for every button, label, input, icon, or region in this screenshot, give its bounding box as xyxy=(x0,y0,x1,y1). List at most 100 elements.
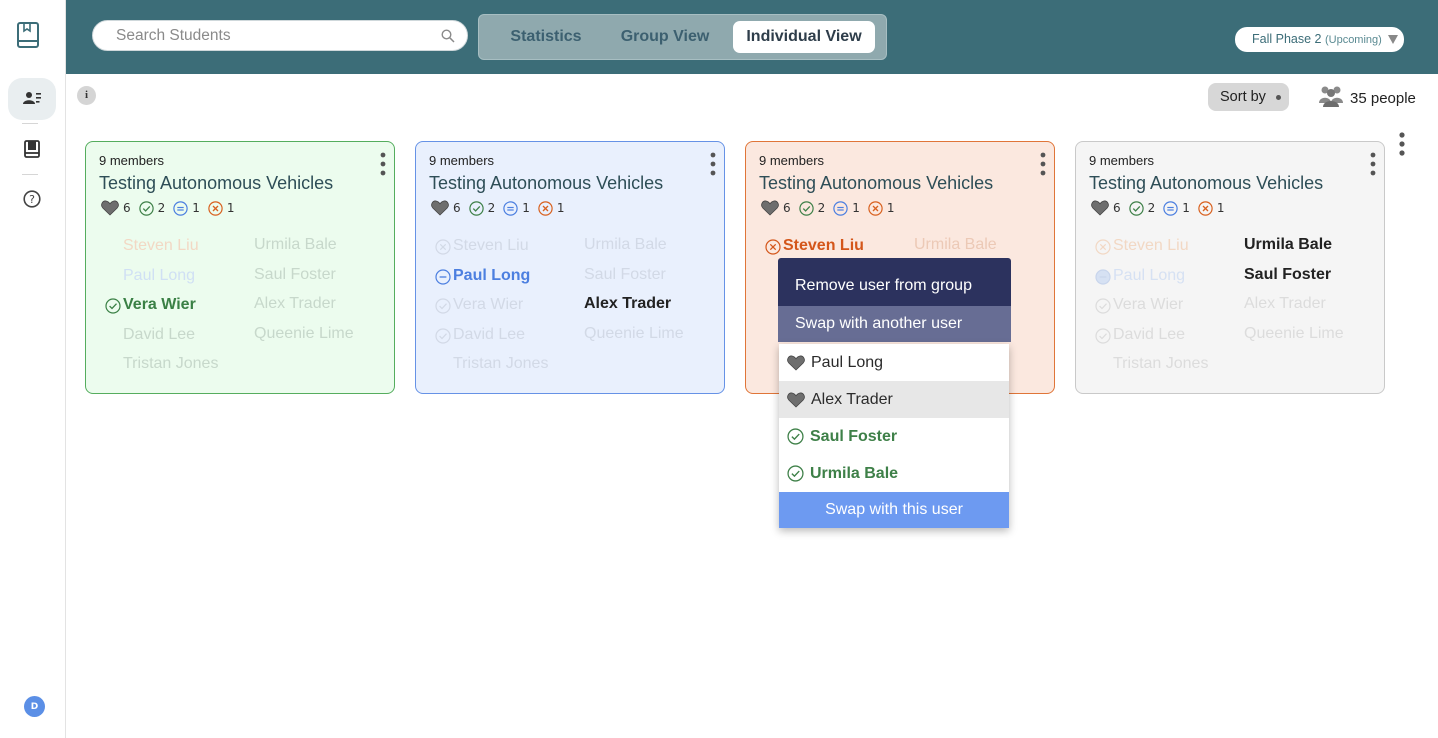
member-paul-long[interactable]: Paul Long xyxy=(435,267,530,285)
member-name: Steven Liu xyxy=(783,237,864,254)
stat-check: 2 xyxy=(798,200,825,216)
group-card[interactable]: 9 members Testing Autonomous Vehicles 6 … xyxy=(85,141,395,394)
member-saul-foster[interactable]: Saul Foster xyxy=(1244,266,1331,284)
member-vera-wier[interactable]: Vera Wier xyxy=(105,296,196,314)
swap-user-menu-item[interactable]: Swap with another user xyxy=(778,306,1011,342)
member-urmila-bale[interactable]: Urmila Bale xyxy=(584,236,667,254)
swap-option-label: Paul Long xyxy=(811,353,884,371)
stat-neutral: 1 xyxy=(173,200,200,216)
member-tristan-jones[interactable]: Tristan Jones xyxy=(453,355,548,373)
member-queenie-lime[interactable]: Queenie Lime xyxy=(1244,325,1344,343)
sort-button[interactable]: Sort by xyxy=(1208,83,1289,111)
people-count-text: 35 people xyxy=(1350,89,1416,107)
stat-neutral-value: 1 xyxy=(1182,201,1190,215)
members-count: 9 members xyxy=(429,153,495,168)
tab-statistics[interactable]: Statistics xyxy=(501,21,591,53)
member-vera-wier[interactable]: Vera Wier xyxy=(435,296,524,314)
sort-label: Sort by xyxy=(1220,89,1266,105)
member-urmila-bale[interactable]: Urmila Bale xyxy=(1244,236,1332,254)
member-steven-liu[interactable]: Steven Liu xyxy=(1095,237,1189,255)
member-saul-foster[interactable]: Saul Foster xyxy=(584,266,666,284)
app-logo-icon[interactable] xyxy=(17,22,39,48)
member-tristan-jones[interactable]: Tristan Jones xyxy=(123,355,218,373)
stat-cross: 1 xyxy=(538,200,565,216)
stat-heart-value: 6 xyxy=(123,201,131,215)
nav-students[interactable] xyxy=(8,78,56,120)
stat-cross-value: 1 xyxy=(1216,201,1225,215)
member-paul-long[interactable]: Paul Long xyxy=(123,267,195,285)
avatar[interactable]: D xyxy=(24,696,45,717)
stat-neutral-value: 1 xyxy=(522,201,530,215)
phase-status: (Upcoming) xyxy=(1324,34,1382,46)
kebab-icon[interactable] xyxy=(379,152,387,178)
kebab-icon[interactable] xyxy=(1039,152,1047,178)
member-tristan-jones[interactable]: Tristan Jones xyxy=(1113,355,1208,373)
more-options-icon[interactable] xyxy=(1398,131,1406,159)
member-saul-foster[interactable]: Saul Foster xyxy=(254,266,336,284)
group-title: Testing Autonomous Vehicles xyxy=(759,173,994,193)
phase-label: Fall Phase 2 xyxy=(1252,32,1322,46)
member-steven-liu[interactable]: Steven Liu xyxy=(765,237,864,255)
swap-confirm-button[interactable]: Swap with this user xyxy=(779,492,1009,528)
kebab-icon[interactable] xyxy=(709,152,717,178)
svg-text:?: ? xyxy=(29,193,35,206)
member-alex-trader[interactable]: Alex Trader xyxy=(254,295,336,313)
check-circle-icon xyxy=(1095,328,1111,349)
member-queenie-lime[interactable]: Queenie Lime xyxy=(584,325,684,343)
view-tabs: Statistics Group View Individual View xyxy=(478,14,887,60)
members-count: 9 members xyxy=(1089,153,1155,168)
swap-option-paul-long[interactable]: Paul Long xyxy=(779,344,1009,381)
cross-circle-icon xyxy=(1095,239,1111,260)
member-urmila-bale[interactable]: Urmila Bale xyxy=(914,236,997,254)
member-vera-wier[interactable]: Vera Wier xyxy=(1095,296,1183,314)
nav-library[interactable] xyxy=(8,130,56,172)
kebab-icon[interactable] xyxy=(1369,152,1377,178)
member-david-lee[interactable]: David Lee xyxy=(1095,326,1186,344)
member-name: Vera Wier xyxy=(453,296,524,313)
member-name: David Lee xyxy=(1113,326,1186,343)
remove-user-menu-item[interactable]: Remove user from group xyxy=(778,258,1011,306)
member-name: Steven Liu xyxy=(453,237,529,254)
swap-option-alex-trader[interactable]: Alex Trader xyxy=(779,381,1009,418)
nav-help[interactable]: ? xyxy=(8,180,56,222)
stat-cross-value: 1 xyxy=(886,201,895,215)
cross-circle-icon xyxy=(1198,200,1213,216)
stat-cross: 1 xyxy=(208,200,235,216)
check-circle-icon xyxy=(435,328,451,349)
swap-option-saul-foster[interactable]: Saul Foster xyxy=(779,418,1009,455)
member-david-lee[interactable]: David Lee xyxy=(123,326,195,344)
phase-select[interactable]: Fall Phase 2 (Upcoming) xyxy=(1235,27,1404,52)
info-button[interactable]: i xyxy=(77,86,96,105)
swap-option-urmila-bale[interactable]: Urmila Bale xyxy=(779,455,1009,492)
book-icon xyxy=(24,140,40,162)
stat-check-value: 2 xyxy=(487,201,496,215)
search-input[interactable] xyxy=(116,21,436,50)
search-box xyxy=(92,20,468,51)
member-urmila-bale[interactable]: Urmila Bale xyxy=(254,236,337,254)
member-david-lee[interactable]: David Lee xyxy=(435,326,525,344)
stat-neutral-value: 1 xyxy=(192,201,200,215)
stat-cross: 1 xyxy=(1198,200,1225,216)
member-paul-long[interactable]: Paul Long xyxy=(1095,267,1185,285)
tab-individual-view[interactable]: Individual View xyxy=(733,21,875,53)
member-queenie-lime[interactable]: Queenie Lime xyxy=(254,325,354,343)
member-alex-trader[interactable]: Alex Trader xyxy=(584,295,671,313)
stat-check: 2 xyxy=(138,200,165,216)
students-icon xyxy=(23,90,41,109)
group-card[interactable]: 9 members Testing Autonomous Vehicles 6 … xyxy=(1075,141,1385,394)
tab-group-view[interactable]: Group View xyxy=(607,21,723,53)
group-card[interactable]: 9 members Testing Autonomous Vehicles 6 … xyxy=(415,141,725,394)
check-circle-icon xyxy=(787,428,804,445)
cross-circle-icon xyxy=(435,239,451,260)
neutral-circle-icon xyxy=(833,200,848,216)
check-circle-icon xyxy=(105,298,121,319)
member-steven-liu[interactable]: Steven Liu xyxy=(123,237,199,255)
cross-circle-icon xyxy=(868,200,883,216)
member-steven-liu[interactable]: Steven Liu xyxy=(435,237,529,255)
member-alex-trader[interactable]: Alex Trader xyxy=(1244,295,1326,313)
stat-heart: 6 xyxy=(1091,200,1121,216)
stat-heart-value: 6 xyxy=(783,201,791,215)
search-icon[interactable] xyxy=(441,28,455,47)
group-stats: 6 2 1 1 xyxy=(101,200,243,216)
swap-user-list: Paul Long Alex Trader Saul Foster Urmila… xyxy=(779,344,1009,528)
